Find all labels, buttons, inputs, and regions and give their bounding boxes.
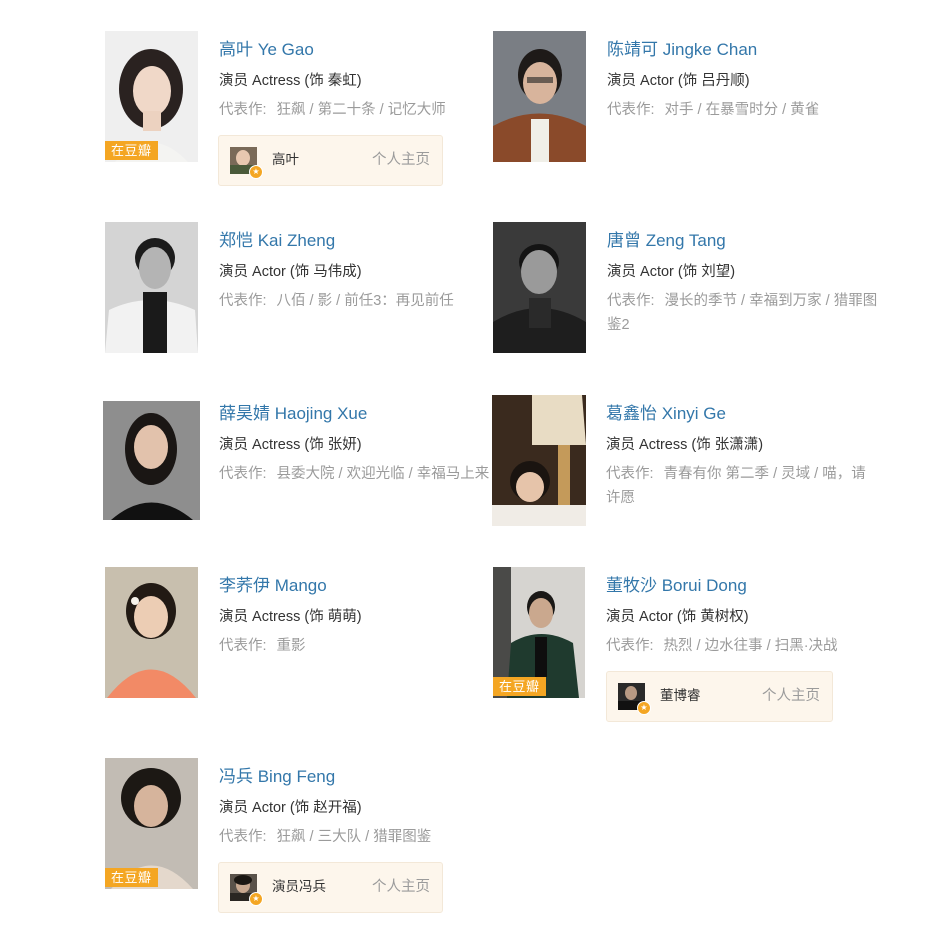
celebrity-photo[interactable]: 在豆瓣 <box>105 31 198 162</box>
portrait-image <box>493 222 586 353</box>
profile-name: 高叶 <box>272 152 299 167</box>
on-douban-badge: 在豆瓣 <box>493 677 546 696</box>
profile-homepage-link[interactable]: 个人主页 <box>762 686 820 706</box>
work-link[interactable]: 八佰 <box>277 293 306 309</box>
on-douban-badge: 在豆瓣 <box>105 141 158 160</box>
works-label: 代表作: <box>219 102 267 118</box>
work-link[interactable]: 对手 <box>665 102 694 118</box>
profile-card[interactable]: ★ 演员冯兵 个人主页 <box>218 862 443 913</box>
celebrity-photo[interactable] <box>105 567 198 698</box>
works-label: 代表作: <box>219 466 267 482</box>
celebrity-role: 演员 Actor (饰 马伟成) <box>219 264 362 280</box>
work-link[interactable]: 热烈 <box>664 638 693 654</box>
profile-name: 演员冯兵 <box>272 879 326 894</box>
work-link[interactable]: 边水往事 <box>705 638 763 654</box>
celebrity-role: 演员 Actress (饰 秦虹) <box>219 73 362 89</box>
verified-star-icon: ★ <box>637 701 651 715</box>
celebrity-name-link[interactable]: 董牧沙 Borui Dong <box>606 574 878 598</box>
works-label: 代表作: <box>606 638 654 654</box>
works-label: 代表作: <box>219 829 267 845</box>
work-link[interactable]: 重影 <box>277 638 306 654</box>
celebrity-role: 演员 Actor (饰 吕丹顺) <box>607 73 750 89</box>
celebrity-name-link[interactable]: 葛鑫怡 Xinyi Ge <box>606 402 878 426</box>
work-link[interactable]: 欢迎光临 <box>347 466 405 482</box>
works-label: 代表作: <box>607 293 655 309</box>
profile-homepage-link[interactable]: 个人主页 <box>372 150 430 170</box>
celebrity-photo[interactable] <box>105 222 198 353</box>
celebrity-role: 演员 Actor (饰 赵开福) <box>219 800 362 816</box>
works-label: 代表作: <box>219 293 267 309</box>
celebrity-photo[interactable] <box>493 31 586 162</box>
celebrity-info: 陈靖可 Jingke Chan 演员 Actor (饰 吕丹顺) 代表作: 对手 … <box>607 31 879 122</box>
celebrity-name-link[interactable]: 薛昊婧 Haojing Xue <box>219 402 491 426</box>
celebrity-info: 高叶 Ye Gao 演员 Actress (饰 秦虹) 代表作: 狂飙 / 第二十… <box>219 31 491 122</box>
work-link[interactable]: 幸福马上来 <box>417 466 490 482</box>
profile-card[interactable]: ★ 董博睿 个人主页 <box>606 671 833 722</box>
celebrity-photo[interactable]: 在豆瓣 <box>105 758 198 889</box>
work-link[interactable]: 前任3：再见前任 <box>344 293 454 309</box>
works-label: 代表作: <box>607 102 655 118</box>
work-link[interactable]: 三大队 <box>318 829 362 845</box>
celebrity-info: 葛鑫怡 Xinyi Ge 演员 Actress (饰 张潇潇) 代表作: 青春有你… <box>606 395 878 510</box>
celebrity-name-link[interactable]: 李荞伊 Mango <box>219 574 491 598</box>
works-label: 代表作: <box>606 466 654 482</box>
celebrity-works: 代表作: 狂飙 / 三大队 / 猎罪图鉴 <box>219 829 432 845</box>
work-link[interactable]: 猎罪图鉴 <box>373 829 431 845</box>
celebrity-works: 代表作: 漫长的季节 / 幸福到万家 / 猎罪图鉴2 <box>607 293 878 333</box>
verified-star-icon: ★ <box>249 165 263 179</box>
celebrity-info: 薛昊婧 Haojing Xue 演员 Actress (饰 张妍) 代表作: 县委… <box>219 395 491 486</box>
celebrity-works: 代表作: 青春有你 第二季 / 灵域 / 喵，请许愿 <box>606 466 866 506</box>
work-link[interactable]: 影 <box>318 293 333 309</box>
work-link[interactable]: 县委大院 <box>277 466 335 482</box>
celebrity-role: 演员 Actress (饰 萌萌) <box>219 609 362 625</box>
celebrity-info: 李荞伊 Mango 演员 Actress (饰 萌萌) 代表作: 重影 <box>219 567 491 658</box>
celebrity-works: 代表作: 八佰 / 影 / 前任3：再见前任 <box>219 293 454 309</box>
celebrity-role: 演员 Actor (饰 刘望) <box>607 264 736 280</box>
celebrity-works: 代表作: 县委大院 / 欢迎光临 / 幸福马上来 <box>219 466 490 482</box>
work-link[interactable]: 黄雀 <box>790 102 819 118</box>
portrait-image <box>492 395 586 526</box>
work-link[interactable]: 灵域 <box>781 466 810 482</box>
celebrity-role: 演员 Actor (饰 黄树权) <box>606 609 749 625</box>
celebrity-works: 代表作: 狂飙 / 第二十条 / 记忆大师 <box>219 102 446 118</box>
portrait-image <box>105 567 198 698</box>
celebrity-photo[interactable] <box>493 222 586 353</box>
celebrity-role: 演员 Actress (饰 张妍) <box>219 437 362 453</box>
celebrity-name-link[interactable]: 唐曾 Zeng Tang <box>607 229 879 253</box>
celebrity-works: 代表作: 重影 <box>219 634 491 658</box>
work-link[interactable]: 记忆大师 <box>388 102 446 118</box>
celebrity-name-link[interactable]: 陈靖可 Jingke Chan <box>607 38 879 62</box>
works-label: 代表作: <box>219 638 267 654</box>
celebrity-role: 演员 Actress (饰 张潇潇) <box>606 437 764 453</box>
profile-homepage-link[interactable]: 个人主页 <box>372 877 430 897</box>
work-link[interactable]: 扫黑·决战 <box>775 638 838 654</box>
work-link[interactable]: 第二十条 <box>318 102 376 118</box>
work-link[interactable]: 狂飙 <box>277 102 306 118</box>
celebrity-works: 代表作: 对手 / 在暴雪时分 / 黄雀 <box>607 102 820 118</box>
work-link[interactable]: 幸福到万家 <box>749 293 822 309</box>
celebrity-info: 冯兵 Bing Feng 演员 Actor (饰 赵开福) 代表作: 狂飙 / 三… <box>219 758 491 849</box>
celebrity-info: 郑恺 Kai Zheng 演员 Actor (饰 马伟成) 代表作: 八佰 / 影… <box>219 222 491 313</box>
celebrity-info: 董牧沙 Borui Dong 演员 Actor (饰 黄树权) 代表作: 热烈 /… <box>606 567 878 658</box>
portrait-image <box>103 401 200 520</box>
work-link[interactable]: 狂飙 <box>277 829 306 845</box>
celebrity-photo[interactable] <box>492 395 586 526</box>
on-douban-badge: 在豆瓣 <box>105 868 158 887</box>
celebrity-photo[interactable]: 在豆瓣 <box>493 567 585 698</box>
celebrity-name-link[interactable]: 高叶 Ye Gao <box>219 38 491 62</box>
work-link[interactable]: 漫长的季节 <box>665 293 738 309</box>
verified-star-icon: ★ <box>249 892 263 906</box>
work-link[interactable]: 在暴雪时分 <box>706 102 779 118</box>
work-link[interactable]: 青春有你 第二季 <box>664 466 770 482</box>
portrait-image <box>493 31 586 162</box>
celebrity-photo[interactable] <box>103 401 200 520</box>
celebrity-name-link[interactable]: 郑恺 Kai Zheng <box>219 229 491 253</box>
profile-name: 董博睿 <box>660 688 701 703</box>
profile-card[interactable]: ★ 高叶 个人主页 <box>218 135 443 186</box>
celebrity-works: 代表作: 热烈 / 边水往事 / 扫黑·决战 <box>606 638 838 654</box>
celebrity-name-link[interactable]: 冯兵 Bing Feng <box>219 765 491 789</box>
celebrity-info: 唐曾 Zeng Tang 演员 Actor (饰 刘望) 代表作: 漫长的季节 /… <box>607 222 879 337</box>
portrait-image <box>105 222 198 353</box>
